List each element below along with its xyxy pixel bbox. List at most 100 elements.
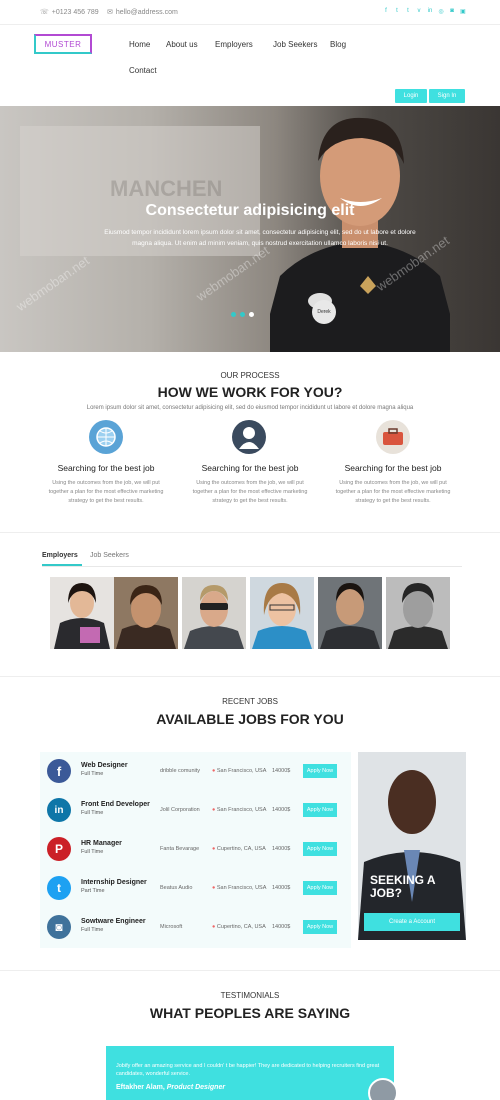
nav-job-seekers[interactable]: Job Seekers: [273, 40, 317, 49]
twitter-icon: t: [47, 876, 71, 900]
seeking-job-card: SEEKING A JOB? Create a Account: [358, 752, 466, 940]
jobs-eyebrow: RECENT JOBS: [222, 697, 278, 706]
social-links: f t t v in ◎ ◙ ▣: [383, 8, 466, 15]
create-account-button[interactable]: Create a Account: [364, 913, 460, 931]
job-company: Fanta Bevarage: [160, 846, 200, 852]
jobs-title: AVAILABLE JOBS FOR YOU: [156, 711, 344, 727]
slider-dots: [231, 312, 254, 317]
nav-contact[interactable]: Contact: [129, 66, 157, 75]
job-salary: 14000$: [272, 846, 291, 852]
pinterest-icon: P: [47, 837, 71, 861]
slider-dot[interactable]: [231, 312, 236, 317]
job-title[interactable]: Internship Designer: [81, 879, 147, 886]
employer-photo[interactable]: [182, 577, 246, 649]
instagram-icon[interactable]: ◙: [449, 8, 455, 15]
job-company: Beatus Audio: [160, 885, 193, 891]
mail-icon: ✉: [107, 9, 113, 16]
divider: [0, 970, 500, 971]
hero-subtitle: Eiusmod tempor incididunt lorem ipsum do…: [104, 229, 416, 247]
location-pin-icon: ●: [212, 924, 216, 930]
nav-employers[interactable]: Employers: [215, 40, 253, 49]
job-row[interactable]: in Front End Developer Full Time Jolil C…: [40, 791, 351, 830]
card-text: Using the outcomes from the job, we will…: [192, 480, 308, 504]
location-pin-icon: ●: [212, 885, 216, 891]
apply-button[interactable]: Apply Now: [303, 842, 337, 856]
job-location-text: Cupertino, CA, USA: [216, 846, 266, 852]
name-badge: Derek: [312, 300, 336, 324]
slider-dot[interactable]: [240, 312, 245, 317]
location-pin-icon: ●: [212, 807, 216, 813]
linkedin-icon[interactable]: in: [427, 8, 433, 15]
facebook-icon: f: [47, 759, 71, 783]
login-button[interactable]: Login: [395, 89, 427, 103]
job-location-text: San Francisco, USA: [216, 807, 267, 813]
tab-job-seekers[interactable]: Job Seekers: [90, 552, 129, 559]
card-title: Searching for the best job: [201, 463, 299, 473]
location-pin-icon: ●: [212, 768, 216, 774]
job-salary: 14000$: [272, 885, 291, 891]
apply-button[interactable]: Apply Now: [303, 764, 337, 778]
job-salary: 14000$: [272, 768, 291, 774]
briefcase-icon: [376, 420, 410, 454]
job-company: dribble comunity: [160, 768, 201, 774]
nav-home[interactable]: Home: [129, 40, 150, 49]
card-text: Using the outcomes from the job, we will…: [48, 480, 164, 504]
tab-employers[interactable]: Employers: [42, 552, 78, 559]
apply-button[interactable]: Apply Now: [303, 881, 337, 895]
user-icon: [232, 420, 266, 454]
nav-blog[interactable]: Blog: [330, 40, 346, 49]
flickr-icon[interactable]: ▣: [460, 8, 466, 15]
nav-about[interactable]: About us: [166, 40, 198, 49]
job-row[interactable]: ◙ Sowtware Engineer Full Time Microsoft …: [40, 908, 351, 947]
dribbble-icon[interactable]: ◎: [438, 8, 444, 15]
divider: [0, 676, 500, 677]
employer-photo[interactable]: [114, 577, 178, 649]
job-title[interactable]: Web Designer: [81, 762, 128, 769]
testimonial-author: Eftakher Alam, Product Designer: [116, 1084, 225, 1091]
twitter-icon[interactable]: t: [394, 8, 400, 15]
email-address: hello@address.com: [115, 8, 178, 16]
testimonials-title: WHAT PEOPLES ARE SAYING: [149, 1005, 351, 1021]
author-name: Eftakher Alam,: [116, 1084, 165, 1091]
tumblr-icon[interactable]: t: [405, 8, 411, 15]
job-salary: 14000$: [272, 807, 291, 813]
job-title[interactable]: HR Manager: [81, 840, 122, 847]
seeker-photo: [358, 770, 466, 940]
divider: [42, 566, 462, 567]
facebook-icon[interactable]: f: [383, 8, 389, 15]
job-row[interactable]: f Web Designer Full Time dribble comunit…: [40, 752, 351, 791]
signin-button[interactable]: Sign In: [429, 89, 465, 103]
linkedin-icon: in: [47, 798, 71, 822]
job-location-text: San Francisco, USA: [216, 768, 267, 774]
testimonial-quote: Jobify offer an amazing service and I co…: [116, 1063, 380, 1077]
job-row[interactable]: t Internship Designer Part Time Beatus A…: [40, 869, 351, 908]
testimonial-card: Jobify offer an amazing service and I co…: [106, 1046, 398, 1100]
phone-number: +0123 456 789: [51, 8, 99, 16]
employer-photo[interactable]: [50, 577, 114, 649]
phone-contact[interactable]: ☏ +0123 456 789: [40, 8, 99, 17]
card-text: Using the outcomes from the job, we will…: [335, 480, 451, 504]
logo-text: MUSTER: [44, 39, 82, 49]
job-row[interactable]: P HR Manager Full Time Fanta Bevarage ● …: [40, 830, 351, 869]
job-location: ● San Francisco, USA: [212, 768, 266, 774]
job-type: Part Time: [81, 888, 105, 894]
job-location: ● San Francisco, USA: [212, 807, 266, 813]
process-eyebrow: OUR PROCESS: [220, 371, 280, 380]
apply-button[interactable]: Apply Now: [303, 920, 337, 934]
hero-slider: MANCHEN Consectetur adipisicing elit Eiu…: [0, 106, 500, 352]
job-title[interactable]: Sowtware Engineer: [81, 918, 146, 925]
job-location: ● Cupertino, CA, USA: [212, 924, 266, 930]
slider-dot-active[interactable]: [249, 312, 254, 317]
employer-photo[interactable]: [318, 577, 382, 649]
email-contact[interactable]: ✉ hello@address.com: [107, 8, 178, 17]
vimeo-icon[interactable]: v: [416, 8, 422, 15]
divider: [0, 532, 500, 533]
job-title[interactable]: Front End Developer: [81, 801, 150, 808]
apply-button[interactable]: Apply Now: [303, 803, 337, 817]
process-description: Lorem ipsum dolor sit amet, consectetur …: [86, 405, 414, 411]
employer-photo[interactable]: [250, 577, 314, 649]
instagram-icon: ◙: [47, 915, 71, 939]
employer-photo[interactable]: [386, 577, 450, 649]
testimonials-eyebrow: TESTIMONIALS: [220, 991, 280, 1000]
site-logo[interactable]: MUSTER: [34, 34, 92, 54]
